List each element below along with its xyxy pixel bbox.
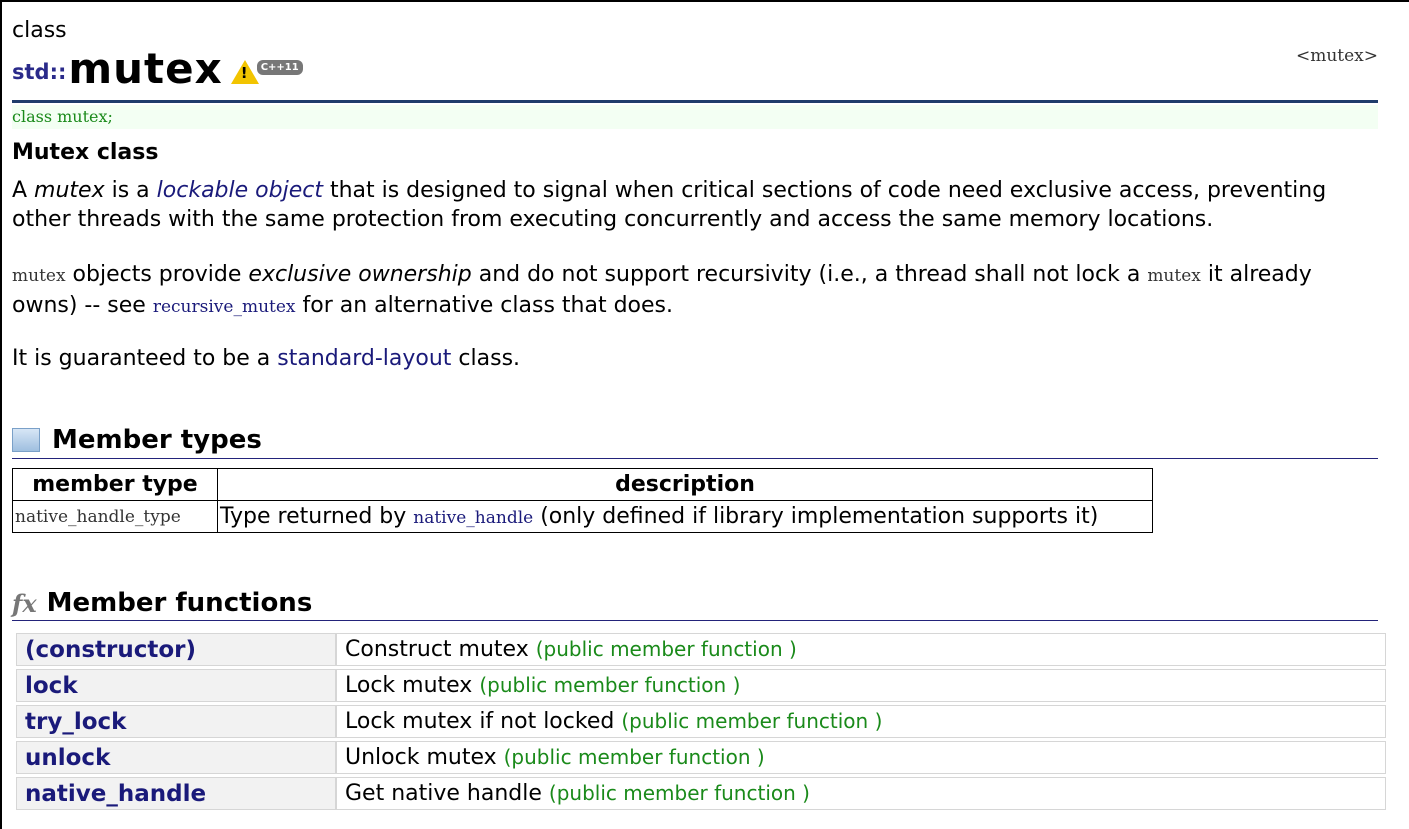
native-handle-link[interactable]: native_handle — [413, 508, 533, 528]
fx-icon: fx — [12, 588, 37, 618]
function-link-try-lock[interactable]: try_lock — [16, 705, 336, 738]
function-description: Construct mutex (public member function … — [336, 633, 1386, 666]
header-include-label: <mutex> — [1295, 46, 1378, 66]
function-description: Get native handle (public member functio… — [336, 777, 1386, 810]
column-header-description: description — [217, 468, 1153, 501]
warning-icon: ! — [230, 60, 259, 84]
function-link-constructor[interactable]: (constructor) — [16, 633, 336, 666]
class-subtitle: Mutex class — [12, 140, 159, 165]
entity-kind: class — [12, 18, 67, 43]
standard-layout-link[interactable]: standard-layout — [277, 346, 451, 371]
cpp11-label: C++11 — [256, 59, 303, 75]
column-header-member-type: member type — [12, 468, 218, 501]
description-paragraph-1: A mutex is a lockable object that is des… — [12, 178, 1327, 232]
page-title: std:: mutex ! C++11 — [12, 48, 303, 90]
member-functions-table: (constructor) Construct mutex (public me… — [16, 630, 1386, 813]
title-divider — [12, 100, 1378, 103]
member-type-description: Type returned by native_handle (only def… — [217, 500, 1153, 533]
function-description: Unlock mutex (public member function ) — [336, 741, 1386, 774]
description-paragraph-3: It is guaranteed to be a standard-layout… — [12, 346, 521, 371]
class-name: mutex — [68, 44, 223, 93]
member-functions-divider — [12, 620, 1378, 621]
exclusive-ownership-term: exclusive ownership — [248, 262, 472, 287]
cpp11-badge: ! C++11 — [230, 59, 303, 90]
member-type-name: native_handle_type — [12, 500, 218, 533]
function-link-lock[interactable]: lock — [16, 669, 336, 702]
description-paragraph-2: mutex objects provide exclusive ownershi… — [12, 262, 1312, 318]
table-row: try_lock Lock mutex if not locked (publi… — [16, 705, 1386, 738]
table-row: unlock Unlock mutex (public member funct… — [16, 741, 1386, 774]
lockable-object-link[interactable]: lockable object — [157, 178, 323, 203]
namespace-prefix: std:: — [12, 60, 67, 84]
table-row: native_handle_type Type returned by nati… — [12, 500, 1153, 533]
function-link-native-handle[interactable]: native_handle — [16, 777, 336, 810]
recursive-mutex-link[interactable]: recursive_mutex — [153, 297, 296, 317]
member-types-table: member type description native_handle_ty… — [12, 468, 1153, 533]
member-types-heading: Member types — [12, 425, 262, 455]
member-types-divider — [12, 458, 1378, 459]
table-row: lock Lock mutex (public member function … — [16, 669, 1386, 702]
function-description: Lock mutex if not locked (public member … — [336, 705, 1386, 738]
member-types-icon — [12, 428, 40, 452]
table-row: native_handle Get native handle (public … — [16, 777, 1386, 810]
mutex-term: mutex — [34, 178, 105, 203]
function-description: Lock mutex (public member function ) — [336, 669, 1386, 702]
function-link-unlock[interactable]: unlock — [16, 741, 336, 774]
table-row: (constructor) Construct mutex (public me… — [16, 633, 1386, 666]
member-functions-heading: fx Member functions — [12, 588, 313, 618]
declaration: class mutex; — [12, 105, 1378, 129]
